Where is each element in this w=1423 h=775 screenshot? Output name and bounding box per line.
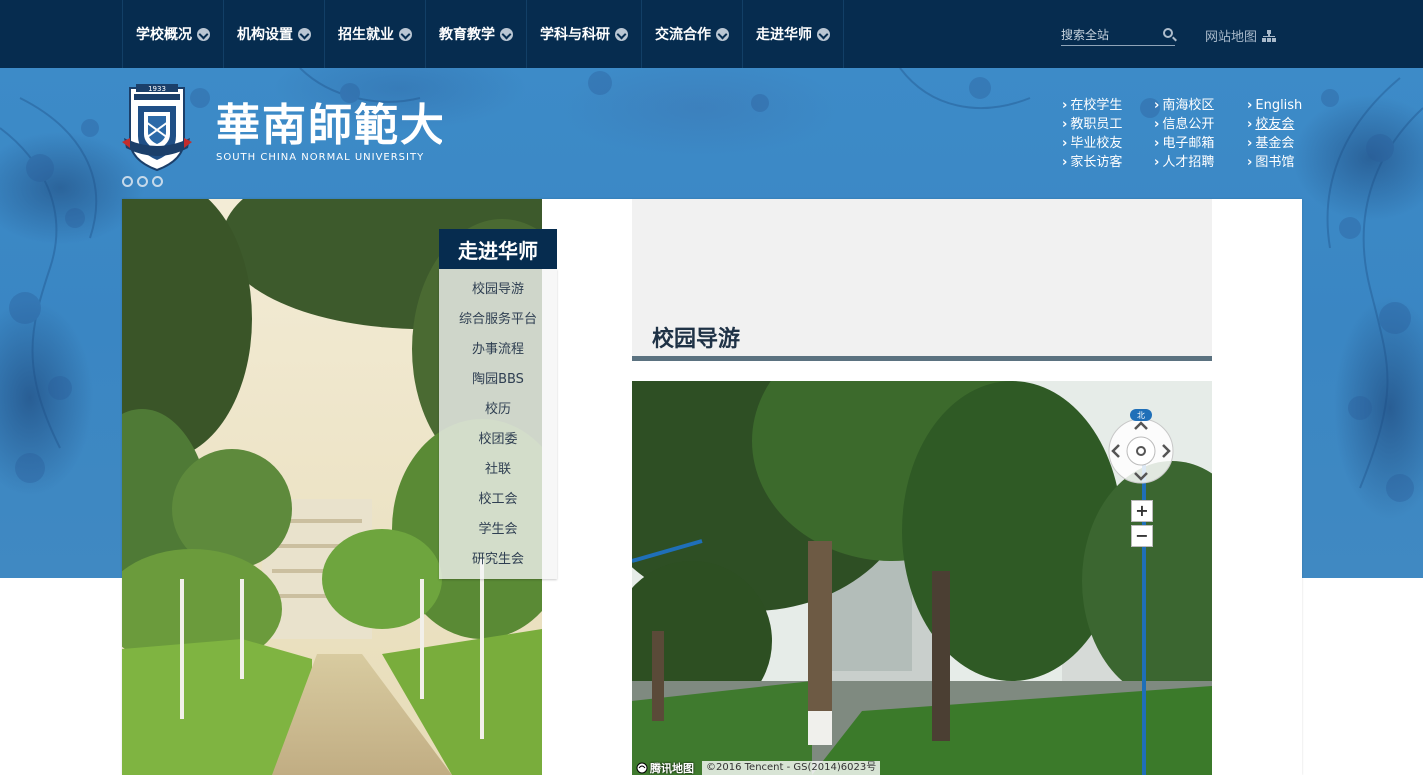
sidebar-title: 走进华师 xyxy=(439,229,557,269)
quicklink-alumni-association[interactable]: 校友会 xyxy=(1247,115,1307,134)
sidebar-item-clubs[interactable]: 社联 xyxy=(439,455,557,485)
top-navigation-bar: 学校概况 机构设置 招生就业 教育教学 学科与科研 交流合作 走进华师 网站地图 xyxy=(0,0,1423,68)
quicklink-foundation[interactable]: 基金会 xyxy=(1247,134,1307,153)
zoom-out-button[interactable]: − xyxy=(1131,525,1153,547)
sidebar-item-campus-tour[interactable]: 校园导游 xyxy=(439,275,557,305)
tencent-map-icon xyxy=(636,762,648,774)
chevron-down-icon xyxy=(817,27,830,41)
tencent-map-logo[interactable]: 腾讯地图 xyxy=(636,760,694,775)
quicklink-parents-visitors[interactable]: 家长访客 xyxy=(1062,153,1154,172)
quicklink-library[interactable]: 图书馆 xyxy=(1247,153,1307,172)
page-title: 校园导游 xyxy=(652,327,741,352)
sidebar-menu: 校园导游 综合服务平台 办事流程 陶园BBS 校历 校团委 社联 校工会 学生会… xyxy=(439,269,557,579)
sidebar-item-bbs[interactable]: 陶园BBS xyxy=(439,365,557,395)
compass-control[interactable]: 北 xyxy=(1102,409,1180,487)
quicklink-students[interactable]: 在校学生 xyxy=(1062,96,1154,115)
search-input[interactable] xyxy=(1061,25,1157,45)
chevron-down-icon xyxy=(500,27,513,41)
nav-item-about[interactable]: 学校概况 xyxy=(123,0,224,68)
chevron-down-icon xyxy=(197,27,210,41)
chevron-down-icon xyxy=(298,27,311,41)
quicklink-recruitment[interactable]: 人才招聘 xyxy=(1154,153,1247,172)
nav-label: 招生就业 xyxy=(338,27,394,43)
sidebar-item-youth-league[interactable]: 校团委 xyxy=(439,425,557,455)
nav-label: 学科与科研 xyxy=(540,27,610,43)
nav-item-education[interactable]: 教育教学 xyxy=(426,0,527,68)
main-content: 校园导游 北 + − 腾讯地图 ©2016 Tencent - GS(2014)… xyxy=(632,199,1212,775)
nav-item-exchange[interactable]: 交流合作 xyxy=(642,0,743,68)
chevron-down-icon xyxy=(615,27,628,41)
slider-dot[interactable] xyxy=(152,176,163,187)
quicklink-alumni[interactable]: 毕业校友 xyxy=(1062,134,1154,153)
quicklink-info-disclosure[interactable]: 信息公开 xyxy=(1154,115,1247,134)
map-copyright: ©2016 Tencent - GS(2014)6023号 xyxy=(702,761,881,775)
nav-item-research[interactable]: 学科与科研 xyxy=(527,0,642,68)
svg-text:北: 北 xyxy=(1137,411,1145,420)
map-footer: 腾讯地图 ©2016 Tencent - GS(2014)6023号 xyxy=(632,761,1212,775)
slider-dot[interactable] xyxy=(122,176,133,187)
street-view-panorama[interactable]: 北 + − 腾讯地图 ©2016 Tencent - GS(2014)6023号 xyxy=(632,381,1212,775)
nav-label: 机构设置 xyxy=(237,27,293,43)
sidebar-item-procedures[interactable]: 办事流程 xyxy=(439,335,557,365)
nav-item-admissions[interactable]: 招生就业 xyxy=(325,0,426,68)
content-card: 走进华师 校园导游 综合服务平台 办事流程 陶园BBS 校历 校团委 社联 校工… xyxy=(122,199,1302,775)
slider-dot[interactable] xyxy=(137,176,148,187)
section-sidebar: 走进华师 校园导游 综合服务平台 办事流程 陶园BBS 校历 校团委 社联 校工… xyxy=(439,229,557,579)
nav-item-explore[interactable]: 走进华师 xyxy=(743,0,844,68)
nav-label: 交流合作 xyxy=(655,27,711,43)
sitemap-label: 网站地图 xyxy=(1205,30,1258,45)
nav-label: 走进华师 xyxy=(756,27,812,43)
banner-slider-dots xyxy=(122,176,163,187)
quicklink-english[interactable]: English xyxy=(1247,96,1307,115)
map-logo-text: 腾讯地图 xyxy=(650,762,694,775)
sidebar-item-graduate-union[interactable]: 研究生会 xyxy=(439,545,557,575)
sitemap-link[interactable]: 网站地图 xyxy=(1205,26,1277,45)
chevron-down-icon xyxy=(399,27,412,41)
sidebar-item-calendar[interactable]: 校历 xyxy=(439,395,557,425)
nav-label: 学校概况 xyxy=(136,27,192,43)
svg-text:SOUTH CHINA NORMAL UNIVERSITY: SOUTH CHINA NORMAL UNIVERSITY xyxy=(216,152,424,163)
nav-label: 教育教学 xyxy=(439,27,495,43)
svg-text:華南師範大學: 華南師範大學 xyxy=(216,100,442,151)
sidebar-item-student-union[interactable]: 学生会 xyxy=(439,515,557,545)
search-icon[interactable] xyxy=(1163,28,1173,38)
svg-text:1933: 1933 xyxy=(148,85,166,93)
sidebar-item-labor-union[interactable]: 校工会 xyxy=(439,485,557,515)
university-logo[interactable]: 1933 華南師範大學 SOUTH CHINA NORMAL UNIVERSIT… xyxy=(122,82,442,174)
sitemap-icon xyxy=(1262,29,1277,42)
quick-links: 在校学生 南海校区 English 教职员工 信息公开 校友会 毕业校友 电子邮… xyxy=(1062,96,1307,172)
quicklink-email[interactable]: 电子邮箱 xyxy=(1154,134,1247,153)
site-search xyxy=(1061,24,1175,46)
quicklink-nanhai-campus[interactable]: 南海校区 xyxy=(1154,96,1247,115)
zoom-in-button[interactable]: + xyxy=(1131,500,1153,522)
nav-item-departments[interactable]: 机构设置 xyxy=(224,0,325,68)
chevron-down-icon xyxy=(716,27,729,41)
main-menu: 学校概况 机构设置 招生就业 教育教学 学科与科研 交流合作 走进华师 xyxy=(122,0,844,68)
quicklink-staff[interactable]: 教职员工 xyxy=(1062,115,1154,134)
sidebar-item-service-platform[interactable]: 综合服务平台 xyxy=(439,305,557,335)
title-block: 校园导游 xyxy=(632,199,1212,361)
